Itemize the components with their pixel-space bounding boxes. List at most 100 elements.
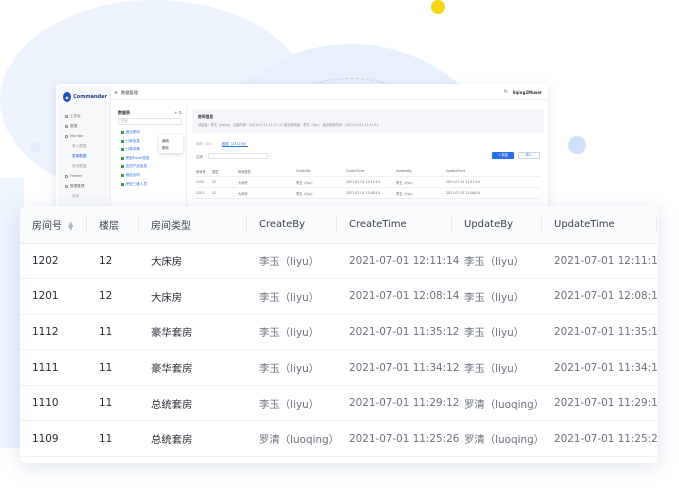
sidebar-item[interactable]: 数据管理 — [65, 184, 84, 189]
tree-node[interactable]: 房型三维人员 — [121, 182, 147, 187]
tree-search-input[interactable]: 搜索 — [118, 118, 182, 125]
mini-cell: 12 — [212, 191, 217, 195]
user-name[interactable]: liqing2Muser — [513, 90, 542, 95]
data-table-card: 房间号 ▲ ▼ 楼层 房间类型 CreateBy CreateTime Update… — [20, 206, 658, 463]
mini-cell: 2021-07-01 12:11:14 — [446, 180, 480, 184]
sidebar-item[interactable]: 录入数据 — [72, 144, 86, 149]
mini-cell: 李玉（liyu） — [396, 181, 415, 185]
sidebar-item[interactable]: 查询数据 — [72, 164, 86, 169]
info-title: 房间信息 — [198, 114, 214, 119]
floor-cell: 12 — [87, 278, 139, 315]
mini-cell: 2021-07-01 12:08:14 — [346, 191, 380, 195]
menu-icon[interactable]: ☰ — [114, 90, 118, 95]
app-window: ◉ Commander 工作台数据 Monitor 录入数据表单数据查询数据 Feed… — [58, 86, 548, 216]
context-menu-delete[interactable]: 删除 — [162, 145, 169, 150]
breadcrumb: 数据管理 — [121, 90, 138, 95]
sidebar-item-label: 系统 — [72, 194, 80, 198]
mini-row[interactable]: 1201 12 大床房 李玉（liyu） 2021-07-01 12:08:14 李玉（l… — [196, 188, 540, 199]
room-number-cell: 1112 — [20, 314, 87, 351]
sidebar-item-icon — [65, 174, 68, 178]
app-logo: ◉ Commander — [63, 91, 107, 103]
new-button[interactable]: + 新建 — [492, 152, 514, 159]
app-topbar: ☰ 数据管理 ↻ liqing2Muser — [111, 86, 548, 100]
updateby-cell: 罗清（luoqing） — [452, 420, 544, 458]
updatetime-cell: 2021-07-01 12:11:14 — [542, 243, 658, 280]
sidebar-item[interactable]: 数据 — [65, 124, 77, 129]
tree-node[interactable]: 订单详情 — [121, 147, 140, 152]
sidebar-item[interactable]: Monitor — [65, 134, 84, 138]
filter-label: 过滤 — [196, 155, 203, 159]
sidebar-item[interactable]: 工作台 — [65, 114, 81, 119]
column-header-label: UpdateTime — [554, 218, 615, 230]
tree-node-label: 酒店房间 — [125, 130, 140, 134]
createtime-cell: 2021-07-01 12:08:14 — [337, 278, 459, 315]
refresh-icon[interactable]: ↻ — [504, 89, 508, 95]
createtime-cell: 2021-07-01 11:34:12 — [337, 349, 459, 386]
room-type-cell: 总统套房 — [139, 420, 247, 458]
room-number-cell: 1201 — [20, 278, 87, 315]
tree-node[interactable]: 订单信息 — [121, 139, 140, 144]
blue-dot — [568, 136, 586, 154]
room-number-cell: 1110 — [20, 385, 87, 422]
mini-cell: 李玉（liyu） — [296, 192, 315, 196]
column-header-room-number[interactable]: 房间号 ▲ ▼ — [20, 206, 87, 244]
mini-cell: UpdateBy — [396, 169, 412, 173]
sidebar-item[interactable]: 系统 — [72, 194, 79, 199]
updatetime-cell: 2021-07-01 11:25:26 — [542, 420, 658, 458]
createtime-cell: 2021-07-01 12:11:14 — [337, 243, 459, 280]
app-sidebar: ◉ Commander 工作台数据 Monitor 录入数据表单数据查询数据 Feed… — [58, 86, 111, 216]
sidebar-item-icon — [65, 134, 68, 138]
createby-cell: 李玉（liyu） — [247, 243, 337, 280]
floor-cell: 12 — [87, 243, 139, 280]
room-number-cell: 1109 — [20, 420, 87, 458]
table-row[interactable]: 1202 12 大床房 李玉（liyu） 2021-07-01 12:11:14 李玉（l… — [20, 243, 658, 280]
room-type-cell: 豪华套房 — [139, 349, 247, 386]
tree-node-label: 房型三维人员 — [125, 181, 148, 186]
column-header-label: UpdateBy — [464, 218, 513, 230]
sidebar-item[interactable]: Feeder — [65, 174, 82, 178]
tree-node[interactable]: 酒店合同 — [121, 173, 140, 178]
logo-text: Commander — [73, 93, 107, 100]
sidebar-item[interactable]: 表单数据 — [72, 154, 86, 159]
stage: ◉ Commander 工作台数据 Monitor 录入数据表单数据查询数据 Feed… — [0, 0, 679, 503]
tree-add-icon[interactable]: + ⇅ — [174, 110, 182, 115]
column-header-label: CreateBy — [259, 218, 306, 230]
info-card: 房间信息 创建者：李玉（liqing） 创建时间：2021-07-01 11:1… — [192, 109, 544, 133]
table-row[interactable]: 1112 11 豪华套房 李玉（liyu） 2021-07-01 11:35:12 李玉（… — [20, 314, 658, 351]
sort-icon[interactable]: ▲ ▼ — [68, 220, 73, 231]
createtime-cell: 2021-07-01 11:25:26 — [337, 420, 459, 458]
mini-cell: UpdateTime — [446, 169, 466, 173]
tree-node-label: 房型Excel信息 — [125, 155, 150, 160]
mini-row[interactable]: 1202 12 大床房 李玉（liyu） 2021-07-01 12:11:14 李玉（l… — [196, 177, 540, 188]
column-header-room-type: 房间类型 — [139, 206, 247, 244]
table-row[interactable]: 1111 11 豪华套房 李玉（liyu） 2021-07-01 11:34:12 李玉（… — [20, 349, 658, 386]
info-meta: 创建者：李玉（liqing） 创建时间：2021-07-01 11:11:11 … — [198, 123, 379, 127]
updatetime-cell: 2021-07-01 12:08:14 — [542, 278, 658, 315]
table-row[interactable]: 1109 11 总统套房 罗清（luoqing） 2021-07-01 11:25:26… — [20, 420, 658, 458]
context-menu: 编辑 删除 — [159, 135, 183, 153]
small-dot — [30, 142, 40, 152]
createtime-cell: 2021-07-01 11:35:12 — [337, 314, 459, 351]
table-icon — [121, 148, 124, 152]
import-button[interactable]: 导入 — [518, 152, 540, 159]
updateby-cell: 李玉（liyu） — [452, 243, 542, 280]
context-menu-edit[interactable]: 编辑 — [162, 138, 169, 143]
mini-cell: 房间号 — [196, 170, 206, 174]
sidebar-item-label: 录入数据 — [72, 144, 87, 148]
table-tree: 数据表 + ⇅ 搜索 酒店房间 订单信息 订单详情 房型Excel信息 会员产品信息 酒店… — [115, 106, 187, 216]
tab-fields[interactable]: 字段（10） — [196, 141, 214, 147]
table-icon — [121, 165, 124, 169]
table-row[interactable]: 1201 12 大床房 李玉（liyu） 2021-07-01 12:08:14 李玉（l… — [20, 278, 658, 315]
table-row[interactable]: 1110 11 总统套房 李玉（liyu） 2021-07-01 11:29:12 罗清（… — [20, 385, 658, 422]
tree-node[interactable]: 会员产品信息 — [121, 164, 147, 169]
updatetime-cell: 2021-07-01 11:34:12 — [542, 349, 658, 386]
createby-cell: 李玉（liyu） — [247, 314, 337, 351]
tree-node[interactable]: 房型Excel信息 — [121, 156, 149, 161]
filter-input[interactable] — [208, 153, 268, 159]
column-header-label: CreateTime — [349, 218, 407, 230]
mini-cell: 大床房 — [238, 192, 248, 196]
tab-data[interactable]: 数据（231190） — [221, 141, 249, 147]
tree-node[interactable]: 酒店房间 — [121, 130, 140, 135]
column-header-label: 楼层 — [99, 220, 119, 232]
createby-cell: 李玉（liyu） — [247, 385, 337, 422]
